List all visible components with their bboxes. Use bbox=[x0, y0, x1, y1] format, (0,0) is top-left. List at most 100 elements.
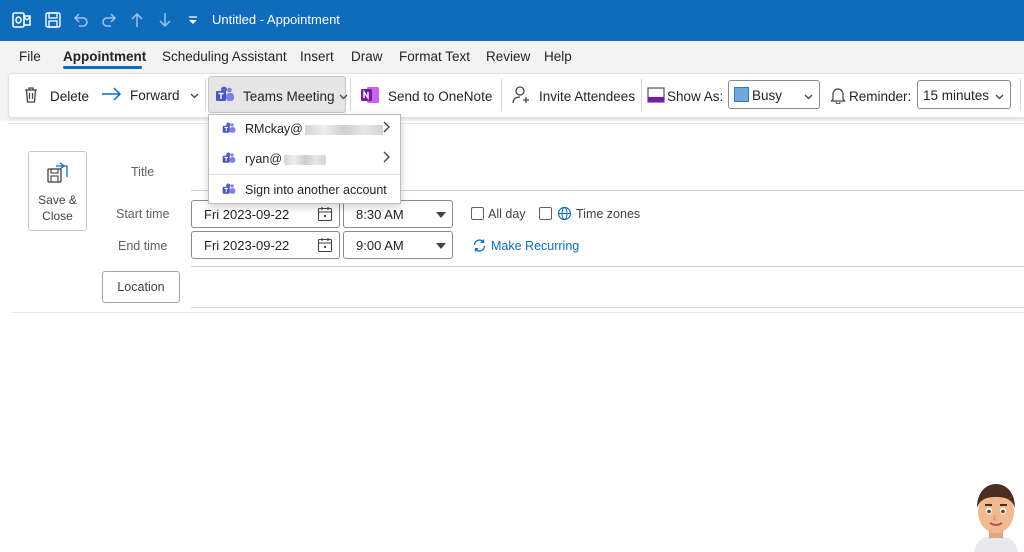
start-date-value: Fri 2023-09-22 bbox=[204, 207, 290, 222]
calendar-icon[interactable] bbox=[317, 206, 333, 225]
forward-arrow-icon bbox=[101, 86, 123, 105]
start-time-select[interactable]: 8:30 AM bbox=[343, 200, 453, 228]
message-body[interactable] bbox=[12, 314, 1024, 552]
start-date-field[interactable]: Fri 2023-09-22 bbox=[191, 200, 340, 228]
end-time-value: 9:00 AM bbox=[356, 238, 404, 253]
end-time-select[interactable]: 9:00 AM bbox=[343, 231, 453, 259]
save-close-icon bbox=[47, 162, 69, 187]
teams-icon bbox=[222, 152, 236, 168]
reminder-label: Reminder: bbox=[849, 89, 912, 104]
globe-icon bbox=[557, 206, 572, 224]
trash-icon bbox=[22, 86, 40, 107]
avatar bbox=[968, 480, 1024, 552]
chevron-right-icon bbox=[382, 121, 391, 136]
tab-draw[interactable]: Draw bbox=[351, 49, 383, 64]
invite-attendees-button[interactable]: Invite Attendees bbox=[512, 85, 635, 108]
dropdown-item-label: ryan@ bbox=[245, 152, 283, 166]
chevron-down-icon bbox=[190, 88, 199, 103]
title-input[interactable] bbox=[400, 150, 1024, 188]
send-to-onenote-label: Send to OneNote bbox=[388, 89, 493, 104]
customize-toolbar-icon[interactable] bbox=[182, 9, 204, 31]
show-as-label-group: Show As: bbox=[647, 86, 723, 107]
tab-help[interactable]: Help bbox=[544, 49, 572, 64]
chevron-down-icon bbox=[339, 89, 348, 104]
arrow-down-icon[interactable] bbox=[154, 9, 176, 31]
tab-scheduling-assistant[interactable]: Scheduling Assistant bbox=[162, 49, 287, 64]
redacted-text bbox=[304, 124, 383, 135]
delete-label: Delete bbox=[50, 89, 90, 104]
outlook-app-icon bbox=[11, 9, 33, 31]
time-zones-checkbox[interactable] bbox=[539, 207, 552, 220]
show-as-icon bbox=[647, 86, 665, 107]
time-row-divider bbox=[191, 266, 1024, 267]
dropdown-arrow-icon bbox=[436, 212, 446, 218]
end-time-label: End time bbox=[118, 239, 168, 253]
end-date-field[interactable]: Fri 2023-09-22 bbox=[191, 231, 340, 259]
invite-attendees-label: Invite Attendees bbox=[539, 89, 636, 104]
person-add-icon bbox=[512, 85, 532, 108]
redo-icon[interactable] bbox=[98, 9, 120, 31]
title-bar: Untitled - Appointment bbox=[0, 0, 1024, 41]
chevron-right-icon bbox=[382, 151, 391, 166]
content-divider bbox=[8, 123, 1024, 124]
tab-review[interactable]: Review bbox=[486, 49, 530, 64]
ribbon-separator bbox=[1020, 79, 1021, 111]
location-label: Location bbox=[117, 280, 165, 294]
dropdown-item-account-2[interactable]: ryan@ bbox=[209, 145, 400, 173]
busy-color-swatch bbox=[734, 87, 749, 102]
dropdown-item-sign-in[interactable]: Sign into another account bbox=[209, 176, 400, 204]
time-zones-label[interactable]: Time zones bbox=[576, 207, 640, 221]
save-and-close-button[interactable]: Save & Close bbox=[28, 151, 87, 231]
dropdown-item-account-1[interactable]: RMckay@ bbox=[209, 115, 400, 143]
teams-icon bbox=[222, 183, 236, 199]
make-recurring-link[interactable]: Make Recurring bbox=[491, 239, 579, 253]
ribbon-separator bbox=[350, 79, 351, 111]
teams-icon bbox=[215, 86, 235, 107]
redacted-text bbox=[284, 154, 327, 165]
chevron-down-icon bbox=[804, 89, 813, 104]
reminder-value: 15 minutes bbox=[923, 88, 990, 103]
save-close-label-line1: Save & bbox=[38, 193, 77, 207]
dropdown-separator bbox=[209, 174, 400, 175]
bell-icon bbox=[830, 86, 846, 107]
dropdown-item-label: Sign into another account bbox=[245, 183, 387, 197]
teams-meeting-label: Teams Meeting bbox=[243, 89, 335, 104]
teams-meeting-content[interactable]: Teams Meeting bbox=[215, 86, 348, 107]
arrow-up-icon[interactable] bbox=[126, 9, 148, 31]
tab-insert[interactable]: Insert bbox=[300, 49, 334, 64]
teams-account-dropdown: RMckay@ ryan@ Sign into another account bbox=[208, 114, 401, 204]
reminder-select[interactable]: 15 minutes bbox=[917, 80, 1011, 109]
tab-file[interactable]: File bbox=[19, 49, 41, 64]
show-as-select[interactable]: Busy bbox=[728, 80, 820, 109]
onenote-icon bbox=[360, 85, 380, 108]
location-input[interactable] bbox=[191, 271, 1024, 305]
send-to-onenote-button[interactable]: Send to OneNote bbox=[360, 85, 492, 108]
start-time-value: 8:30 AM bbox=[356, 207, 404, 222]
end-date-value: Fri 2023-09-22 bbox=[204, 238, 290, 253]
tab-format-text[interactable]: Format Text bbox=[399, 49, 470, 64]
chevron-down-icon bbox=[995, 89, 1004, 104]
tab-appointment[interactable]: Appointment bbox=[63, 49, 146, 64]
window-title: Untitled - Appointment bbox=[212, 12, 340, 27]
active-tab-indicator bbox=[63, 66, 142, 69]
ribbon-separator bbox=[641, 79, 642, 111]
dropdown-arrow-icon bbox=[436, 243, 446, 249]
title-label: Title bbox=[131, 165, 155, 179]
show-as-value: Busy bbox=[752, 88, 783, 103]
all-day-label: All day bbox=[488, 207, 526, 221]
body-divider bbox=[12, 312, 1024, 313]
delete-button[interactable]: Delete bbox=[22, 86, 89, 107]
location-button[interactable]: Location bbox=[102, 271, 180, 303]
start-time-label: Start time bbox=[116, 207, 170, 221]
forward-button[interactable]: Forward bbox=[101, 86, 199, 105]
teams-icon bbox=[222, 122, 236, 138]
forward-label: Forward bbox=[130, 88, 180, 103]
show-as-label: Show As: bbox=[667, 89, 724, 104]
save-icon[interactable] bbox=[42, 9, 64, 31]
undo-icon[interactable] bbox=[70, 9, 92, 31]
save-close-label-line2: Close bbox=[42, 209, 73, 223]
dropdown-item-label: RMckay@ bbox=[245, 122, 303, 136]
ribbon-separator bbox=[501, 79, 502, 111]
calendar-icon[interactable] bbox=[317, 237, 333, 256]
all-day-checkbox[interactable] bbox=[471, 207, 484, 220]
